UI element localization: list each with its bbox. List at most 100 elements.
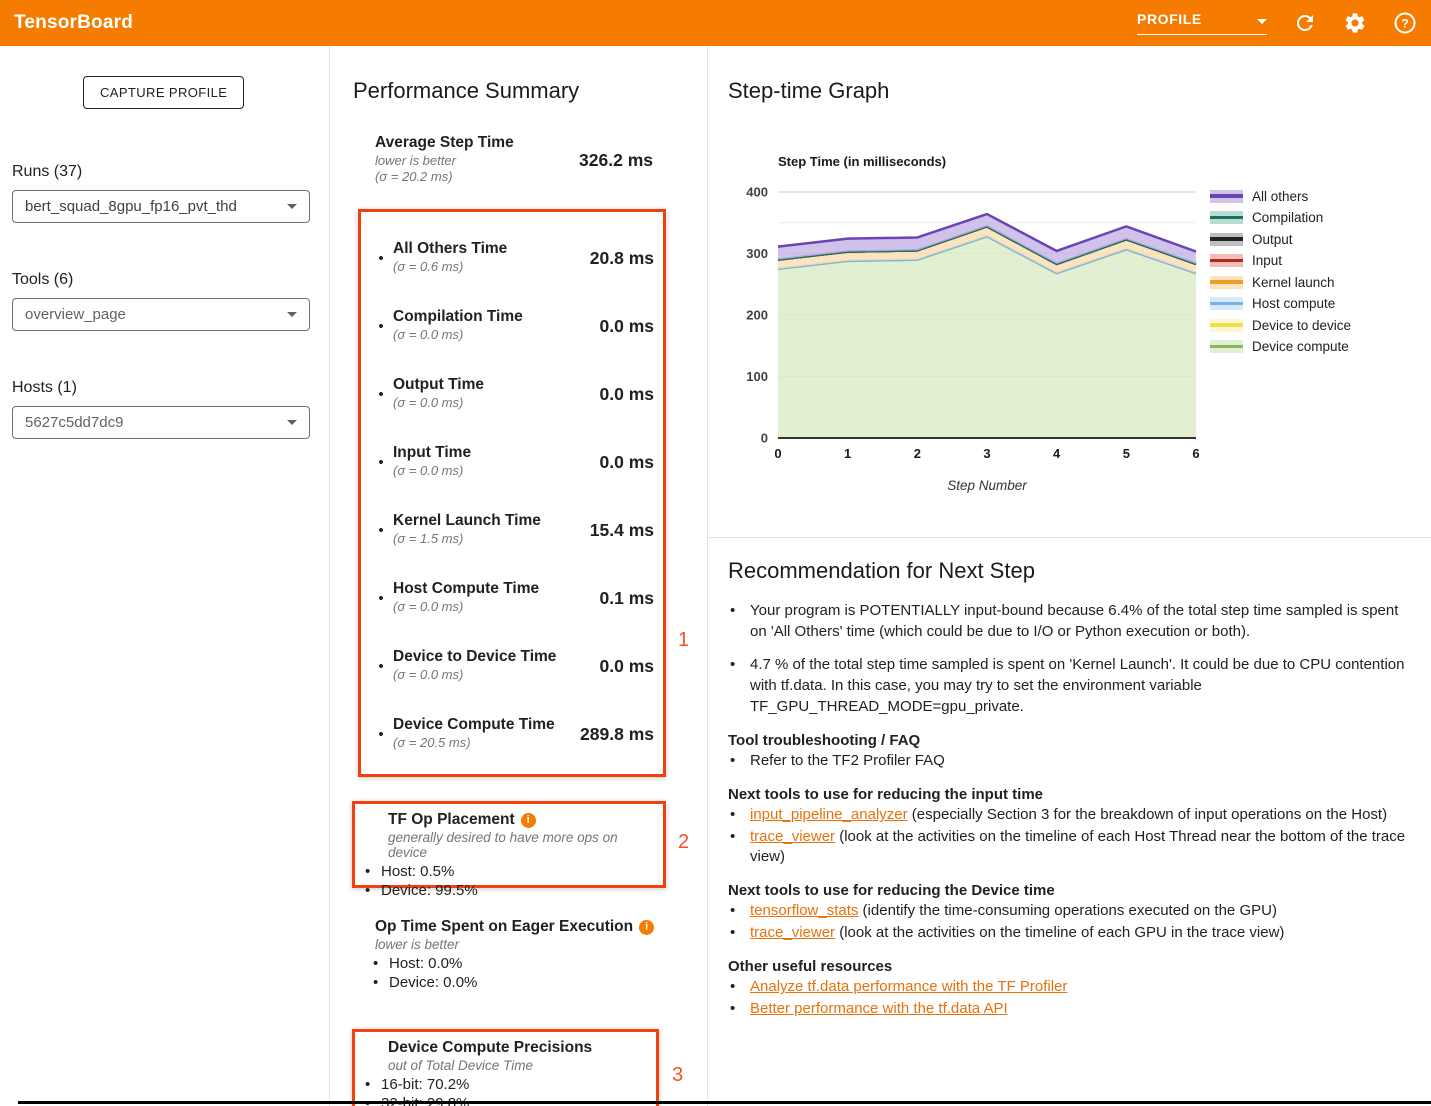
legend-label: All others bbox=[1252, 189, 1308, 204]
recommendation-item: Refer to the TF2 Profiler FAQ bbox=[728, 751, 1418, 771]
metric-name: Host Compute Time bbox=[393, 580, 539, 599]
compute-precisions-note: out of Total Device Time bbox=[388, 1058, 650, 1073]
legend-label: Device to device bbox=[1252, 318, 1351, 333]
metric-value: 0.0 ms bbox=[600, 656, 654, 677]
svg-text:0: 0 bbox=[761, 431, 768, 446]
reload-icon[interactable] bbox=[1293, 11, 1317, 35]
bullet-dot: • bbox=[369, 250, 393, 267]
performance-summary-panel: Performance Summary Average Step Time lo… bbox=[330, 46, 708, 1106]
tool-link[interactable]: tensorflow_stats bbox=[750, 902, 858, 919]
app-title: TensorBoard bbox=[14, 12, 133, 34]
tool-link[interactable]: Analyze tf.data performance with the TF … bbox=[750, 978, 1067, 995]
chevron-down-icon bbox=[1257, 19, 1267, 24]
info-icon[interactable]: i bbox=[639, 920, 654, 935]
metric-name: Input Time bbox=[393, 444, 471, 463]
eager-execution-list: Host: 0.0%Device: 0.0% bbox=[375, 954, 675, 992]
legend-label: Compilation bbox=[1252, 210, 1323, 225]
svg-text:4: 4 bbox=[1053, 446, 1061, 461]
dashboard-dropdown[interactable]: PROFILE bbox=[1137, 11, 1267, 35]
metric-value: 20.8 ms bbox=[590, 248, 654, 269]
sidebar: CAPTURE PROFILE Runs (37)bert_squad_8gpu… bbox=[0, 46, 330, 1106]
right-panel: Step-time Graph Step Time (in millisecon… bbox=[708, 46, 1431, 1106]
topbar-actions: PROFILE ? bbox=[1137, 11, 1417, 35]
metric-sigma: (σ = 0.0 ms) bbox=[393, 463, 471, 480]
svg-text:6: 6 bbox=[1192, 446, 1199, 461]
recommendation-subsections: Tool troubleshooting / FAQRefer to the T… bbox=[728, 732, 1418, 1019]
compute-precisions-title: Device Compute Precisions bbox=[388, 1039, 592, 1057]
svg-text:5: 5 bbox=[1123, 446, 1130, 461]
sidebar-select-value: bert_squad_8gpu_fp16_pvt_thd bbox=[25, 198, 237, 215]
list-item: Host: 0.5% bbox=[355, 862, 657, 881]
legend-item: Host compute bbox=[1210, 297, 1351, 311]
eager-execution-block: Op Time Spent on Eager Execution i lower… bbox=[375, 918, 675, 992]
eager-execution-note: lower is better bbox=[375, 937, 675, 952]
metric-sigma: (σ = 0.0 ms) bbox=[393, 667, 556, 684]
recommendation-item: Analyze tf.data performance with the TF … bbox=[728, 977, 1418, 997]
bullet-dot: • bbox=[369, 522, 393, 539]
svg-text:Step Time (in milliseconds): Step Time (in milliseconds) bbox=[778, 154, 946, 169]
annotation-digit-2: 2 bbox=[678, 831, 689, 854]
legend-item: Compilation bbox=[1210, 211, 1351, 225]
recommendation-item: tensorflow_stats (identify the time-cons… bbox=[728, 901, 1418, 921]
settings-gear-icon[interactable] bbox=[1343, 11, 1367, 35]
sidebar-select-value: overview_page bbox=[25, 306, 126, 323]
help-icon[interactable]: ? bbox=[1393, 11, 1417, 35]
chevron-down-icon bbox=[287, 420, 297, 425]
info-icon[interactable]: i bbox=[521, 813, 536, 828]
annotation-digit-1: 1 bbox=[678, 629, 689, 652]
sidebar-group-label: Hosts (1) bbox=[12, 379, 310, 397]
svg-text:?: ? bbox=[1401, 17, 1408, 31]
recommendation-subheading: Next tools to use for reducing the input… bbox=[728, 786, 1418, 803]
legend-item: Kernel launch bbox=[1210, 275, 1351, 289]
bullet-dot: • bbox=[369, 318, 393, 335]
metric-row: •Output Time(σ = 0.0 ms)0.0 ms bbox=[369, 360, 654, 428]
metric-sigma: (σ = 0.0 ms) bbox=[393, 395, 484, 412]
metric-row: •Compilation Time(σ = 0.0 ms)0.0 ms bbox=[369, 292, 654, 360]
metric-sigma: (σ = 1.5 ms) bbox=[393, 531, 541, 548]
performance-summary-title: Performance Summary bbox=[353, 78, 579, 104]
svg-text:300: 300 bbox=[746, 246, 768, 261]
recommendation-item: input_pipeline_analyzer (especially Sect… bbox=[728, 805, 1418, 825]
metric-value: 326.2 ms bbox=[579, 150, 653, 171]
step-time-graph-title: Step-time Graph bbox=[728, 78, 889, 104]
annotation-box-2: TF Op Placement i generally desired to h… bbox=[352, 801, 666, 888]
metric-sigma: (σ = 20.5 ms) bbox=[393, 735, 555, 752]
metric-sigma: (σ = 0.6 ms) bbox=[393, 259, 507, 276]
metric-value: 289.8 ms bbox=[580, 724, 654, 745]
legend-label: Output bbox=[1252, 232, 1293, 247]
metric-value: 0.0 ms bbox=[600, 316, 654, 337]
legend-swatch-icon bbox=[1210, 190, 1243, 203]
sidebar-select[interactable]: bert_squad_8gpu_fp16_pvt_thd bbox=[12, 190, 310, 223]
sidebar-group-runs: Runs (37)bert_squad_8gpu_fp16_pvt_thd bbox=[12, 163, 310, 223]
svg-text:100: 100 bbox=[746, 369, 768, 384]
step-time-chart-svg: Step Time (in milliseconds)0100200300400… bbox=[708, 146, 1208, 546]
step-time-chart: Step Time (in milliseconds)0100200300400… bbox=[708, 146, 1208, 546]
annotation-digit-3: 3 bbox=[672, 1064, 683, 1087]
tool-link[interactable]: trace_viewer bbox=[750, 924, 835, 941]
tool-link[interactable]: trace_viewer bbox=[750, 828, 835, 845]
recommendation-bullets: Your program is POTENTIALLY input-bound … bbox=[728, 601, 1418, 717]
bullet-dot: • bbox=[369, 590, 393, 607]
metric-name: All Others Time bbox=[393, 240, 507, 259]
sidebar-select[interactable]: 5627c5dd7dc9 bbox=[12, 406, 310, 439]
metric-row: •Input Time(σ = 0.0 ms)0.0 ms bbox=[369, 428, 654, 496]
capture-profile-button[interactable]: CAPTURE PROFILE bbox=[83, 76, 244, 109]
legend-item: Device compute bbox=[1210, 340, 1351, 354]
tool-link[interactable]: Better performance with the tf.data API bbox=[750, 1000, 1008, 1017]
tool-link[interactable]: input_pipeline_analyzer bbox=[750, 806, 908, 823]
legend-label: Device compute bbox=[1252, 339, 1349, 354]
sidebar-group-tools: Tools (6) overview_page bbox=[12, 271, 310, 331]
recommendation-bullet: 4.7 % of the total step time sampled is … bbox=[728, 655, 1410, 717]
legend-label: Input bbox=[1252, 253, 1282, 268]
sidebar-group-label: Tools (6) bbox=[12, 271, 310, 289]
sidebar-select[interactable]: overview_page bbox=[12, 298, 310, 331]
metric-note: lower is better bbox=[375, 153, 514, 170]
metric-value: 15.4 ms bbox=[590, 520, 654, 541]
bullet-dot: • bbox=[369, 658, 393, 675]
svg-text:400: 400 bbox=[746, 185, 768, 200]
legend-swatch-icon bbox=[1210, 319, 1243, 332]
recommendation-list: Analyze tf.data performance with the TF … bbox=[728, 977, 1418, 1019]
bullet-dot: • bbox=[369, 726, 393, 743]
recommendation-subheading: Next tools to use for reducing the Devic… bbox=[728, 882, 1418, 899]
metric-name: Compilation Time bbox=[393, 308, 523, 327]
